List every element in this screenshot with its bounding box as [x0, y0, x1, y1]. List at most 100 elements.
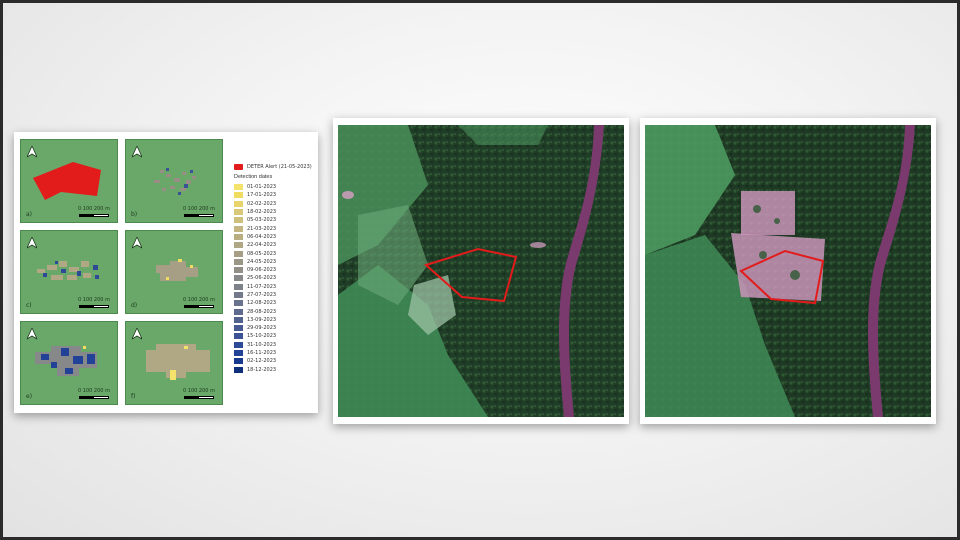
- scale-label: 0 100 200 m: [78, 297, 110, 303]
- satellite-image: [645, 125, 931, 417]
- map-panel-d: d) 0 100 200 m: [125, 230, 223, 314]
- legend-entry: 02-02-2023: [234, 200, 318, 208]
- legend-date: 16-11-2023: [247, 350, 277, 357]
- legend-date: 17-01-2023: [247, 192, 277, 199]
- legend-entry: 28-08-2023: [234, 307, 318, 315]
- legend-date: 06-04-2023: [247, 233, 277, 240]
- legend-swatch: [234, 366, 243, 373]
- legend-date: 24-05-2023: [247, 258, 277, 265]
- legend-entries: 01-01-2023 17-01-2023 02-02-2023 18-02-2023…: [234, 183, 318, 374]
- legend-entry: 05-03-2023: [234, 216, 318, 224]
- panel-letter: a): [26, 211, 33, 218]
- legend-entry: 25-06-2023: [234, 274, 318, 282]
- legend-swatch: [234, 225, 243, 232]
- legend-swatch: [234, 217, 243, 224]
- legend-date: 01-01-2023: [247, 184, 277, 191]
- map-panel-f: f) 0 100 200 m: [125, 321, 223, 405]
- legend-date: 21-03-2023: [247, 225, 277, 232]
- north-arrow-icon: [132, 146, 142, 158]
- map-panel-c: c) 0 100 200 m: [20, 230, 118, 314]
- legend-date: 27-07-2023: [247, 292, 277, 298]
- scale-bar: 0 100 200 m: [75, 206, 113, 218]
- legend-swatch: [234, 250, 243, 257]
- north-arrow-icon: [27, 237, 37, 249]
- legend-swatch: [234, 333, 243, 340]
- scale-bar: 0 100 200 m: [75, 297, 113, 309]
- legend-entry: 11-07-2023: [234, 283, 318, 291]
- legend-entry: 01-01-2023: [234, 183, 318, 191]
- map-panel-e: e) 0 100 200 m: [20, 321, 118, 405]
- legend-date: 18-12-2023: [247, 366, 277, 373]
- legend-title: Detection dates: [234, 174, 273, 180]
- legend-date: 08-05-2023: [247, 250, 277, 257]
- scale-label: 0 100 200 m: [183, 297, 215, 303]
- legend-date: 29-09-2023: [247, 325, 277, 332]
- legend-date: 31-10-2023: [247, 341, 277, 348]
- legend-swatch: [234, 164, 243, 170]
- map-panel-a: a) 0 100 200 m: [20, 139, 118, 223]
- legend-swatch: [234, 292, 243, 298]
- legend-swatch: [234, 242, 243, 249]
- north-arrow-icon: [132, 328, 142, 340]
- satellite-image-before: [333, 118, 629, 424]
- legend-entry: 18-12-2023: [234, 366, 318, 374]
- legend-swatch: [234, 184, 243, 191]
- legend-entry: 02-12-2023: [234, 357, 318, 365]
- legend-date: 02-02-2023: [247, 200, 277, 207]
- legend-alert-label: DETER Alert (21-05-2023): [247, 164, 312, 170]
- legend-entry: 31-10-2023: [234, 341, 318, 349]
- legend-entry: 08-05-2023: [234, 249, 318, 257]
- legend-date: 11-07-2023: [247, 283, 277, 290]
- map-panel-b: b) 0 100 200 m: [125, 139, 223, 223]
- legend-swatch: [234, 275, 243, 282]
- legend-date: 15-10-2023: [247, 333, 277, 340]
- legend-swatch: [234, 200, 243, 207]
- legend-swatch: [234, 283, 243, 290]
- legend-date: 12-08-2023: [247, 300, 277, 307]
- legend-entry: 18-02-2023: [234, 208, 318, 216]
- legend-swatch: [234, 300, 243, 307]
- legend-date: 25-06-2023: [247, 275, 277, 282]
- legend-entry: 21-03-2023: [234, 224, 318, 232]
- legend-entry: 22-04-2023: [234, 241, 318, 249]
- legend-entry: 06-04-2023: [234, 233, 318, 241]
- legend-date: 13-09-2023: [247, 316, 277, 323]
- panel-letter: d): [131, 302, 138, 309]
- legend-entry: 24-05-2023: [234, 258, 318, 266]
- legend-swatch: [234, 258, 243, 265]
- scale-label: 0 100 200 m: [78, 206, 110, 212]
- legend-date: 05-03-2023: [247, 217, 277, 224]
- legend-entry: 12-08-2023: [234, 299, 318, 307]
- north-arrow-icon: [27, 328, 37, 340]
- legend-entry: 29-09-2023: [234, 324, 318, 332]
- legend-swatch: [234, 308, 243, 315]
- north-arrow-icon: [27, 146, 37, 158]
- legend-entry: 13-09-2023: [234, 316, 318, 324]
- legend-swatch: [234, 267, 243, 274]
- legend-swatch: [234, 192, 243, 199]
- slide: a) 0 100 200 m b) 0 100 200 m c) 0 100 2…: [3, 3, 957, 537]
- detection-maps-figure: a) 0 100 200 m b) 0 100 200 m c) 0 100 2…: [14, 132, 318, 413]
- satellite-image-after: [640, 118, 936, 424]
- panel-letter: b): [131, 211, 138, 218]
- legend-date: 22-04-2023: [247, 242, 277, 249]
- scale-bar: 0 100 200 m: [75, 388, 113, 400]
- scale-label: 0 100 200 m: [183, 206, 215, 212]
- legend-swatch: [234, 358, 243, 365]
- legend-date: 28-08-2023: [247, 308, 277, 315]
- panel-letter: c): [26, 302, 32, 309]
- legend-swatch: [234, 316, 243, 323]
- legend-entry: 17-01-2023: [234, 191, 318, 199]
- legend-swatch: [234, 350, 243, 357]
- legend-date: 02-12-2023: [247, 358, 277, 365]
- legend-swatch: [234, 341, 243, 348]
- legend-entry: 16-11-2023: [234, 349, 318, 357]
- scale-bar: 0 100 200 m: [180, 206, 218, 218]
- legend-date: 18-02-2023: [247, 209, 277, 216]
- panel-letter: f): [131, 393, 136, 400]
- legend-entry: 15-10-2023: [234, 332, 318, 340]
- scale-label: 0 100 200 m: [183, 388, 215, 394]
- scale-label: 0 100 200 m: [78, 388, 110, 394]
- panel-letter: e): [26, 393, 33, 400]
- scale-bar: 0 100 200 m: [180, 388, 218, 400]
